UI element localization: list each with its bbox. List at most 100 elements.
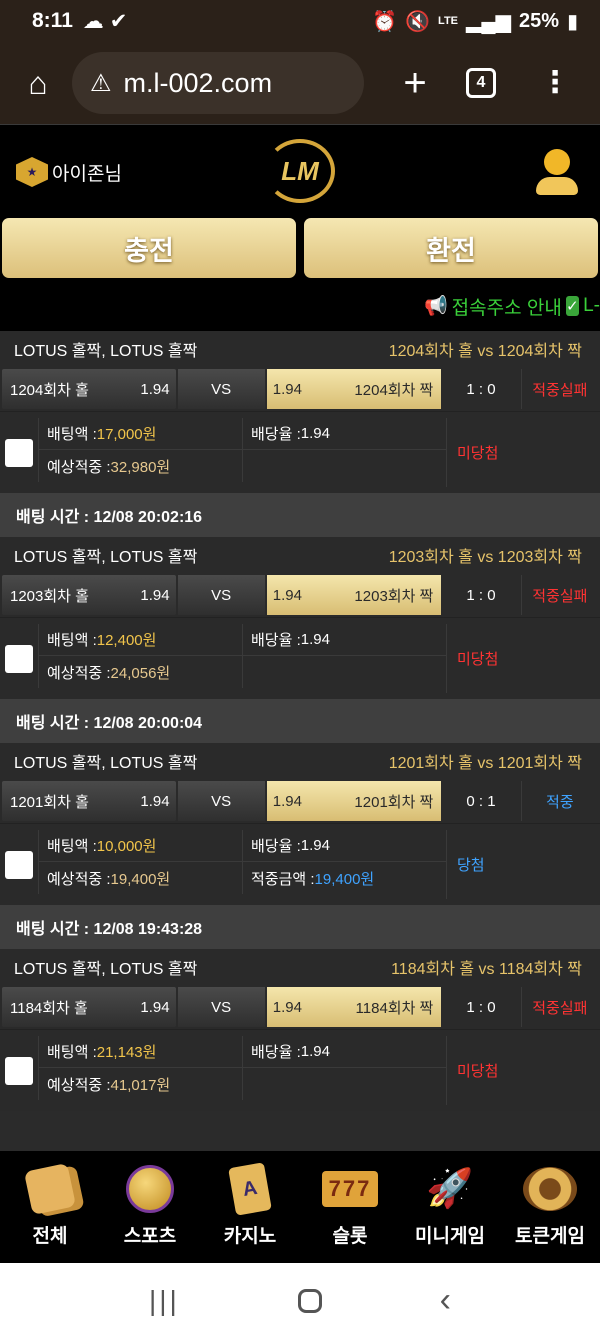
nav-slot[interactable]: 777 슬롯 <box>300 1151 400 1263</box>
game-category-nav: 전체 스포츠 A 카지노 777 슬롯 🚀 미니게임 토큰게임 <box>0 1151 600 1263</box>
expected-cell: 예상적중 : 41,017원 <box>38 1068 242 1100</box>
away-odds: 1.94 <box>272 586 302 604</box>
nav-token-game[interactable]: 토큰게임 <box>500 1151 600 1263</box>
profile-icon[interactable] <box>536 149 578 195</box>
expected-win: 41,017원 <box>110 1076 171 1094</box>
select-checkbox[interactable] <box>5 1056 33 1085</box>
mute-icon: 🔇 <box>405 10 431 33</box>
game-title: LOTUS 홀짝, LOTUS 홀짝 <box>14 755 198 772</box>
nav-label: 슬롯 <box>332 1226 368 1247</box>
bet-amount-cell: 배팅액 : 12,400원 <box>38 624 242 656</box>
odds-cell: 배당율 : 1.94 <box>242 830 446 862</box>
home-name: 1184회차 홀 <box>10 999 88 1017</box>
home-odds-button[interactable]: 1204회차 홀 1.94 <box>2 369 176 409</box>
away-odds-button[interactable]: 1.94 1201회차 짝 <box>266 781 442 821</box>
win-status: 미당첨 <box>446 1036 600 1105</box>
signal-icon: ▂▄▆ <box>466 10 511 33</box>
expected-cell: 예상적중 : 24,056원 <box>38 656 242 688</box>
logo-text: LM <box>281 155 319 186</box>
select-checkbox[interactable] <box>5 644 33 673</box>
bet-odds: 1.94 <box>300 631 330 648</box>
bet-amount: 21,143원 <box>96 1044 157 1061</box>
system-home-icon[interactable] <box>297 1288 322 1313</box>
browser-menu-icon[interactable]: ⋮ <box>540 68 570 98</box>
bet-title-row: LOTUS 홀짝, LOTUS 홀짝 1201회차 홀 vs 1201회차 짝 <box>0 743 600 779</box>
odds-row: 1201회차 홀 1.94 VS 1.94 1201회차 짝 0 : 1 적중 <box>0 779 600 823</box>
result-label: 적중실패 <box>520 369 598 409</box>
nav-minigame[interactable]: 🚀 미니게임 <box>400 1151 500 1263</box>
away-name: 1184회차 짝 <box>355 999 434 1017</box>
bet-entry: 배팅 시간 : 12/08 20:02:16 LOTUS 홀짝, LOTUS 홀… <box>0 493 600 699</box>
win-amount: 19,400원 <box>314 870 375 888</box>
bet-card: LOTUS 홀짝, LOTUS 홀짝 1201회차 홀 vs 1201회차 짝 … <box>0 743 600 905</box>
score: 1 : 0 <box>466 380 496 398</box>
score: 1 : 0 <box>466 586 496 604</box>
away-odds: 1.94 <box>272 380 302 398</box>
vs-label: VS <box>177 575 265 615</box>
expected-win: 32,980원 <box>110 458 171 476</box>
nav-label: 토큰게임 <box>515 1226 585 1247</box>
result-label: 적중 <box>520 781 598 821</box>
away-odds-button[interactable]: 1.94 1204회차 짝 <box>266 369 442 409</box>
vs-label: VS <box>177 781 265 821</box>
nav-casino[interactable]: A 카지노 <box>200 1151 300 1263</box>
bet-time: 배팅 시간 : 12/08 20:00:04 <box>0 699 600 743</box>
bet-history-list[interactable]: LOTUS 홀짝, LOTUS 홀짝 1204회차 홀 vs 1204회차 짝 … <box>0 331 600 1151</box>
new-tab-button[interactable]: + <box>390 61 440 106</box>
select-checkbox[interactable] <box>5 438 33 467</box>
site-header: ★ 아이존님 LM <box>0 124 600 216</box>
result-label: 적중실패 <box>520 987 598 1027</box>
home-odds-button[interactable]: 1201회차 홀 1.94 <box>2 781 176 821</box>
home-icon[interactable]: ⌂ <box>16 61 60 105</box>
win-status: 미당첨 <box>446 624 600 693</box>
away-odds-button[interactable]: 1.94 1203회차 짝 <box>266 575 442 615</box>
nav-all[interactable]: 전체 <box>0 1151 100 1263</box>
win-status: 미당첨 <box>446 418 600 487</box>
select-checkbox[interactable] <box>5 850 33 879</box>
odds-row: 1204회차 홀 1.94 VS 1.94 1204회차 짝 1 : 0 적중실… <box>0 367 600 411</box>
away-odds-button[interactable]: 1.94 1184회차 짝 <box>266 987 442 1027</box>
site-logo[interactable]: LM <box>265 139 335 203</box>
user-info[interactable]: ★ 아이존님 <box>16 157 122 187</box>
url-field[interactable]: ⚠ m.l-002.com <box>72 52 364 114</box>
battery-level: 25% <box>518 9 559 32</box>
browser-toolbar: ⌂ ⚠ m.l-002.com + 4 ⋮ <box>0 42 600 124</box>
expected-win: 19,400원 <box>110 870 171 888</box>
withdraw-button[interactable]: 환전 <box>304 218 598 278</box>
bet-card: LOTUS 홀짝, LOTUS 홀짝 1184회차 홀 vs 1184회차 짝 … <box>0 949 600 1111</box>
bet-amount: 10,000원 <box>96 838 157 855</box>
win-amount-cell: 적중금액 : 19,400원 <box>242 862 446 894</box>
away-name: 1204회차 짝 <box>354 381 434 399</box>
odds-cell: 배당율 : 1.94 <box>242 418 446 450</box>
network-label: LTE <box>438 15 459 27</box>
deposit-button[interactable]: 충전 <box>2 218 296 278</box>
card-icon: A <box>222 1162 278 1216</box>
vs-label: VS <box>177 369 265 409</box>
nav-label: 스포츠 <box>123 1226 177 1247</box>
home-odds-button[interactable]: 1184회차 홀 1.94 <box>2 987 176 1027</box>
odds-cell: 배당율 : 1.94 <box>242 624 446 656</box>
home-odds: 1.94 <box>140 586 170 604</box>
roulette-icon <box>522 1163 578 1215</box>
ball-icon <box>122 1163 178 1215</box>
home-name: 1201회차 홀 <box>10 793 89 811</box>
bet-time: 배팅 시간 : 12/08 19:43:28 <box>0 905 600 949</box>
nav-label: 미니게임 <box>415 1226 485 1247</box>
recent-apps-icon[interactable]: ||| <box>149 1285 180 1317</box>
tab-switcher-button[interactable]: 4 <box>466 68 496 98</box>
notice-ticker[interactable]: 📢 접속주소 안내 ✓ L- <box>0 282 600 330</box>
notice-tail: L- <box>583 295 600 316</box>
slot-777-icon: 777 <box>322 1163 378 1215</box>
dice-icon <box>22 1162 78 1216</box>
battery-icon: ▮ <box>566 10 578 33</box>
home-odds-button[interactable]: 1203회차 홀 1.94 <box>2 575 176 615</box>
home-name: 1203회차 홀 <box>10 587 89 605</box>
nav-sports[interactable]: 스포츠 <box>100 1151 200 1263</box>
win-amount-cell <box>242 656 446 688</box>
game-title: LOTUS 홀짝, LOTUS 홀짝 <box>14 343 198 360</box>
home-odds: 1.94 <box>140 792 170 810</box>
home-name: 1204회차 홀 <box>10 381 89 399</box>
back-icon[interactable]: ‹ <box>440 1281 451 1320</box>
game-title: LOTUS 홀짝, LOTUS 홀짝 <box>14 549 198 566</box>
status-time: 8:11 <box>32 9 73 32</box>
